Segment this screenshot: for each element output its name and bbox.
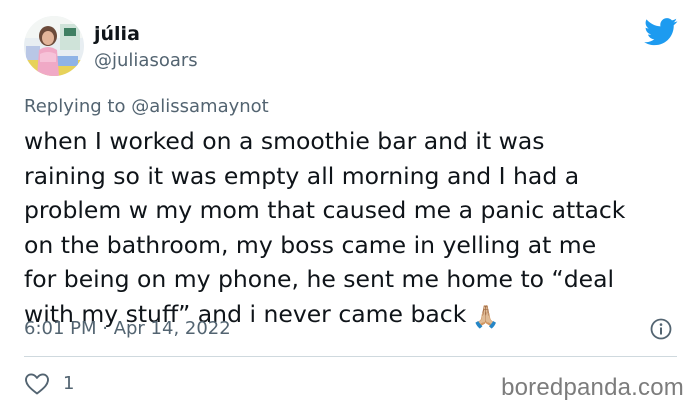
reply-mention-link[interactable]: @alissamaynot: [131, 96, 269, 117]
tweet-line: when I worked on a smoothie bar and it w…: [24, 127, 545, 155]
avatar[interactable]: [24, 16, 84, 76]
tweet-card: júlia @juliasoars Replying to @alissamay…: [0, 0, 700, 410]
tweet-line: on the bathroom, my boss came in yelling…: [24, 230, 597, 259]
replying-to: Replying to @alissamaynot: [24, 95, 269, 119]
tweet-line: raining so it was empty all morning and …: [24, 161, 580, 190]
tweet-line: problem w my mom that caused me a panic …: [24, 196, 626, 224]
tweet-text: when I worked on a smoothie bar and it w…: [24, 124, 684, 335]
avatar-photo: [24, 16, 84, 76]
watermark: boredpanda.com: [501, 374, 684, 401]
divider: [24, 356, 677, 357]
author-handle[interactable]: @juliasoars: [94, 50, 198, 72]
twitter-bird-icon[interactable]: [644, 18, 678, 46]
tweet-timestamp[interactable]: 6:01 PM · Apr 14, 2022: [24, 317, 231, 341]
info-icon[interactable]: [650, 318, 672, 340]
folded-hands-emoji: 🙏🏼: [472, 304, 500, 330]
heart-icon[interactable]: [24, 372, 50, 396]
author-name[interactable]: júlia: [94, 22, 140, 46]
replying-prefix: Replying to: [24, 96, 126, 117]
like-count: 1: [63, 373, 75, 394]
tweet-line: for being on my phone, he sent me home t…: [24, 265, 615, 293]
